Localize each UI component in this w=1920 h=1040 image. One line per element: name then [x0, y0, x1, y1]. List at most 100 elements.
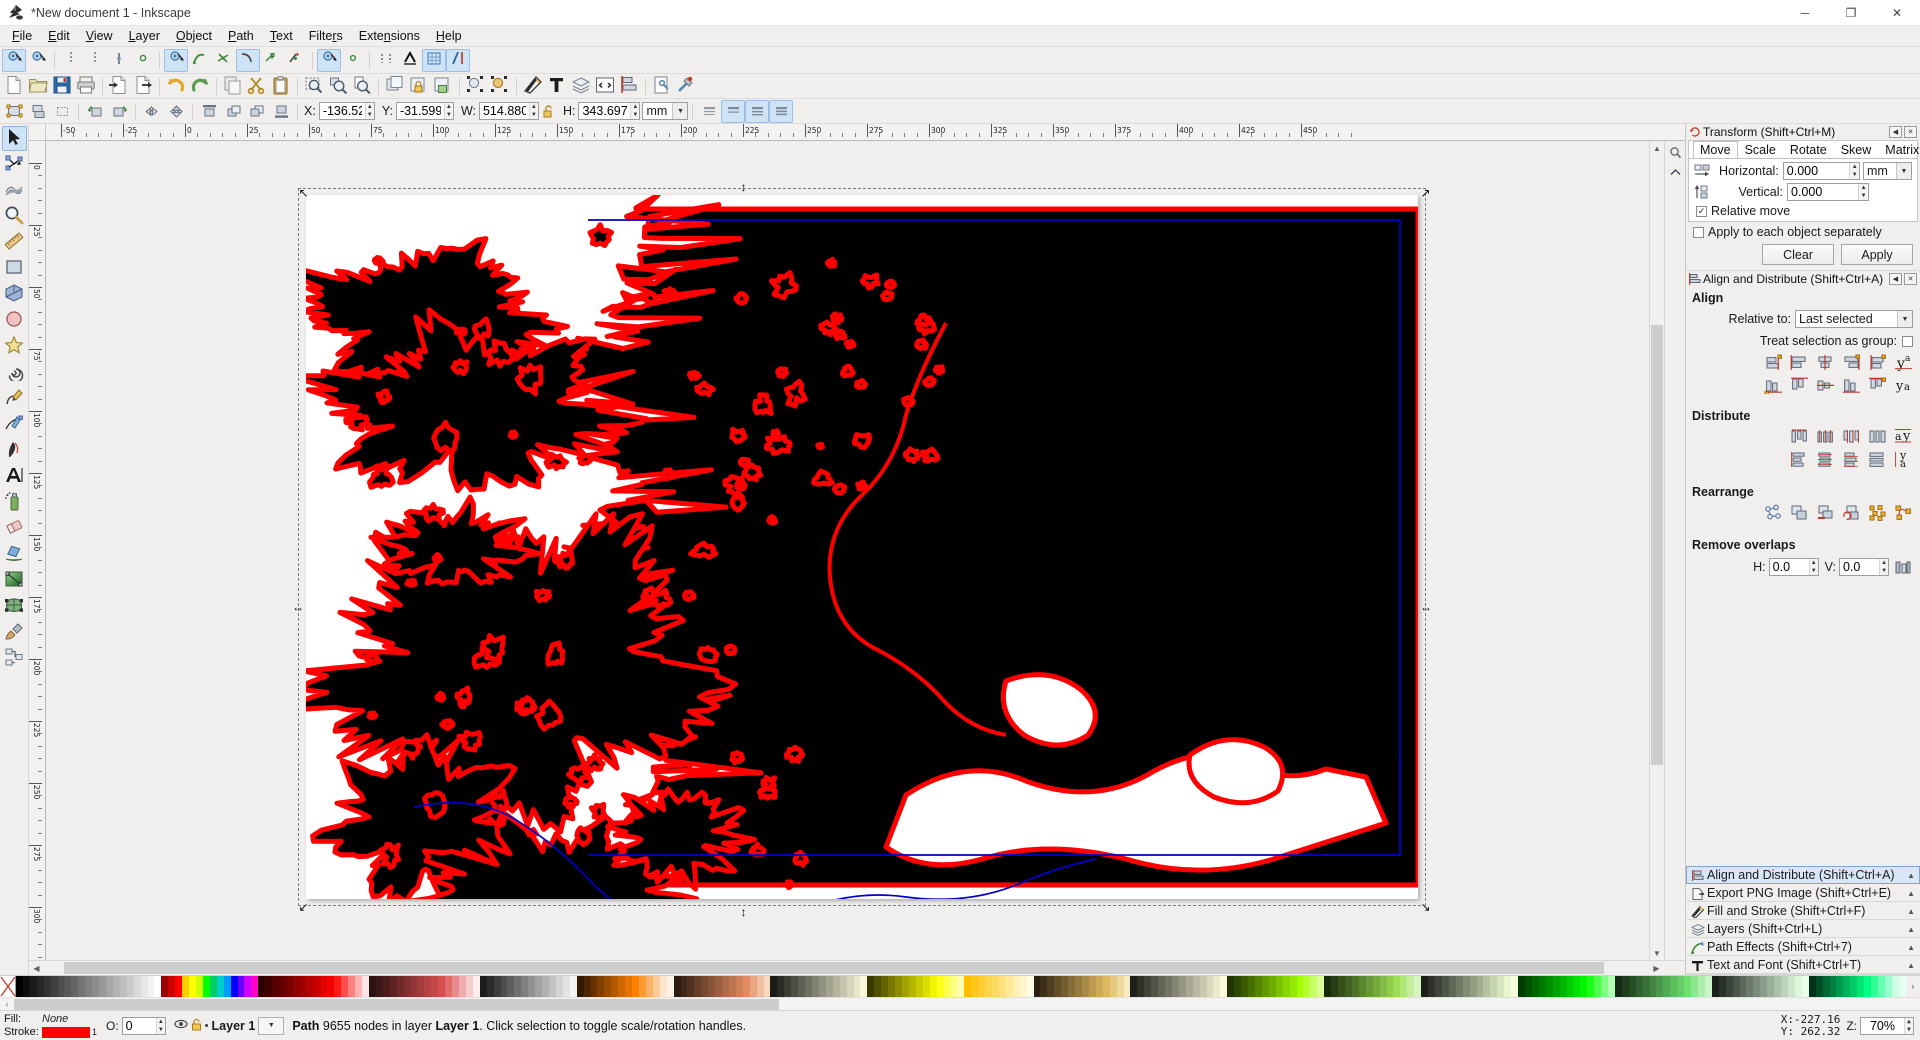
snap-paths[interactable] [188, 49, 212, 72]
star-tool[interactable] [2, 334, 27, 359]
palette-swatch[interactable] [742, 976, 750, 997]
snap-midpoints[interactable] [284, 49, 308, 72]
snap-zoom-icon-button[interactable] [1666, 143, 1685, 162]
rotate-cw-button[interactable] [107, 100, 131, 123]
tweak-tool[interactable] [2, 178, 27, 203]
palette-swatch[interactable] [1524, 976, 1532, 997]
zoom-field[interactable]: ▲▼ [1860, 1016, 1914, 1035]
scroll-left-arrow[interactable]: ◀ [29, 960, 44, 975]
palette-swatch[interactable] [1642, 976, 1650, 997]
palette-swatch[interactable] [272, 976, 280, 997]
palette-swatch[interactable] [147, 976, 155, 997]
palette-swatch[interactable] [542, 976, 549, 997]
palette-swatch[interactable] [756, 976, 764, 997]
align-top-edges[interactable] [1788, 377, 1810, 397]
palette-swatch[interactable] [43, 976, 51, 997]
palette-swatch[interactable] [341, 976, 349, 997]
close-button[interactable]: ✕ [1874, 0, 1920, 26]
palette-swatch[interactable] [1635, 976, 1643, 997]
palette-swatch[interactable] [1171, 976, 1179, 997]
distribute-centers-vertically[interactable] [1814, 451, 1836, 471]
palette-swatch[interactable] [1608, 976, 1615, 997]
palette-swatch[interactable] [1372, 976, 1380, 997]
palette-swatch[interactable] [327, 976, 335, 997]
palette-swatch[interactable] [1434, 976, 1442, 997]
align-distribute-button[interactable] [617, 75, 641, 98]
palette-swatch[interactable] [189, 976, 196, 997]
flip-vertical-button[interactable] [164, 100, 188, 123]
menu-item-path[interactable]: Path [220, 27, 262, 46]
palette-swatch[interactable] [251, 976, 259, 997]
apply-each-row[interactable]: Apply to each object separately [1693, 225, 1915, 239]
palette-swatch[interactable] [1684, 976, 1692, 997]
menu-item-text[interactable]: Text [262, 27, 301, 46]
opacity-input[interactable] [122, 1017, 157, 1034]
palette-swatch[interactable] [1054, 976, 1062, 997]
randomize-positions[interactable] [1866, 504, 1888, 524]
horizontal-scroll-thumb[interactable] [64, 962, 1604, 974]
palette-swatch[interactable] [1739, 976, 1747, 997]
chevron-up-icon[interactable]: ▲ [1907, 871, 1915, 880]
palette-swatch[interactable] [1386, 976, 1394, 997]
palette-swatch[interactable] [555, 976, 563, 997]
palette-swatch[interactable] [1601, 976, 1609, 997]
copy-button[interactable] [221, 75, 245, 98]
palette-swatch[interactable] [195, 976, 203, 997]
snap-text-baseline[interactable] [398, 49, 422, 72]
align-left-edge-to-right-anchor[interactable] [1866, 354, 1888, 374]
palette-swatch[interactable] [1732, 976, 1740, 997]
palette-swatch[interactable] [285, 976, 293, 997]
palette-swatch[interactable] [1884, 976, 1892, 997]
palette-swatch[interactable] [1095, 976, 1103, 997]
distribute-right-edges-equidistantly[interactable] [1840, 428, 1862, 448]
center-on-vertical-axis[interactable] [1814, 354, 1836, 374]
palette-swatch[interactable] [1621, 976, 1629, 997]
palette-swatch[interactable] [1331, 976, 1339, 997]
palette-swatch[interactable] [929, 976, 937, 997]
palette-swatch[interactable] [452, 976, 459, 997]
xml-editor-button[interactable] [593, 75, 617, 98]
palette-swatch[interactable] [1829, 976, 1837, 997]
palette-swatch[interactable] [1725, 976, 1733, 997]
fill-value[interactable]: None [42, 1013, 68, 1025]
chevron-up-icon[interactable]: ▲ [1907, 907, 1915, 916]
palette-swatch[interactable] [99, 976, 106, 997]
vertical-scroll-thumb[interactable] [1651, 325, 1663, 765]
snap-nodes[interactable] [164, 48, 188, 72]
transform-tab-move[interactable]: Move [1693, 141, 1738, 158]
x-field[interactable]: ▲▼ [318, 102, 375, 120]
box3d-tool[interactable] [2, 282, 27, 307]
dock-list-item[interactable]: Export PNG Image (Shift+Ctrl+E) ▲ [1686, 884, 1920, 902]
palette-swatch[interactable] [1213, 976, 1221, 997]
palette-swatch[interactable] [985, 976, 992, 997]
palette-swatch[interactable] [548, 976, 556, 997]
palette-swatch[interactable] [590, 976, 598, 997]
snap-cusp-nodes[interactable] [236, 48, 260, 72]
palette-swatch[interactable] [583, 976, 591, 997]
zoom-drawing-button[interactable] [326, 75, 350, 98]
palette-swatch[interactable] [832, 976, 840, 997]
spiral-tool[interactable] [2, 360, 27, 385]
selection-handle[interactable]: ↕ [738, 906, 749, 918]
node-tool[interactable] [2, 152, 27, 177]
palette-swatch[interactable] [1614, 976, 1622, 997]
palette-swatch[interactable] [1324, 976, 1332, 997]
palette-swatch[interactable] [140, 976, 148, 997]
palette-swatch[interactable] [957, 976, 965, 997]
open-document-button[interactable] [26, 75, 50, 98]
palette-swatch[interactable] [1663, 976, 1671, 997]
traced-map-artwork[interactable] [306, 195, 1418, 899]
palette-swatch[interactable] [36, 976, 44, 997]
palette-swatch[interactable] [1718, 976, 1726, 997]
palette-swatch[interactable] [1794, 976, 1802, 997]
palette-swatch[interactable] [1206, 976, 1214, 997]
palette-swatch[interactable] [895, 976, 902, 997]
palette-swatch[interactable] [16, 976, 23, 997]
minimize-button[interactable]: ─ [1782, 0, 1828, 26]
palette-swatch[interactable] [1815, 976, 1823, 997]
fill-stroke-indicator[interactable]: Fill: None Stroke: 1 [0, 1013, 100, 1039]
distribute-text-anchors-horizontally[interactable]: ay [1892, 428, 1914, 448]
flip-horizontal-button[interactable] [140, 100, 164, 123]
zoom-input[interactable] [1861, 1017, 1904, 1034]
clear-button[interactable]: Clear [1762, 244, 1834, 265]
